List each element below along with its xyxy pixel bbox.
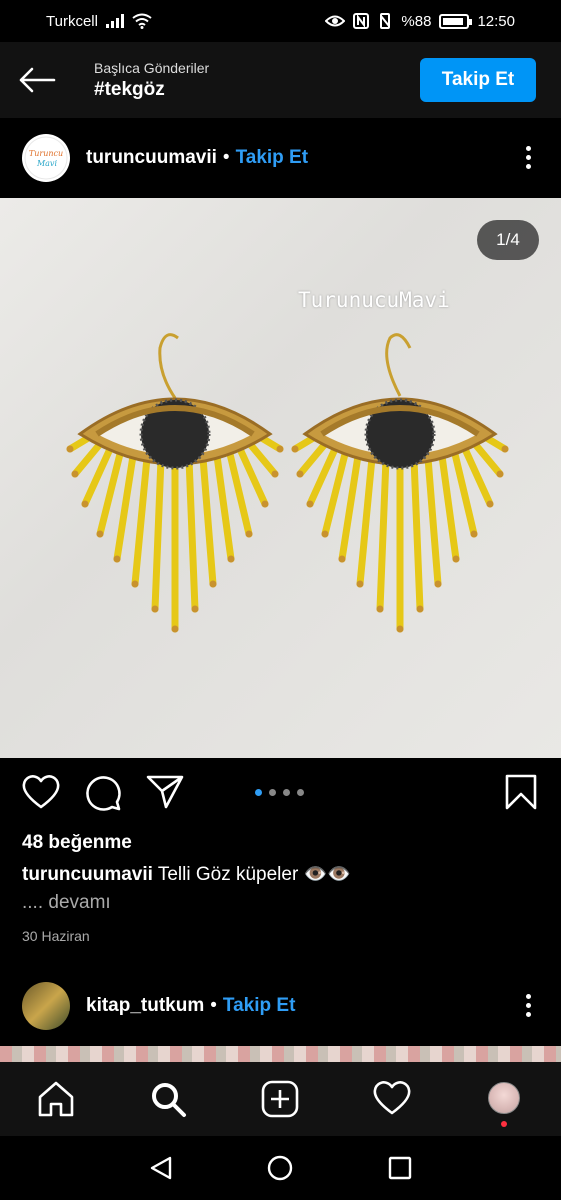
carousel-indicator	[255, 789, 304, 796]
battery-icon	[439, 13, 473, 29]
heart-icon[interactable]	[22, 774, 60, 810]
home-icon[interactable]	[37, 1080, 75, 1118]
back-triangle-icon[interactable]	[148, 1155, 174, 1181]
header-subtitle: Başlıca Gönderiler	[94, 59, 210, 76]
carousel-dot	[283, 789, 290, 796]
wifi-icon	[132, 13, 152, 29]
eye-comfort-icon	[325, 15, 346, 27]
bottom-navigation	[0, 1062, 561, 1136]
post-caption: turuncuumavii Telli Göz küpeler 👁️👁️	[22, 862, 351, 886]
svg-text:Turuncu: Turuncu	[29, 149, 63, 158]
caption-username[interactable]: turuncuumavii	[22, 864, 153, 885]
back-button[interactable]	[0, 42, 74, 118]
send-icon[interactable]	[146, 774, 184, 810]
read-more-link[interactable]: .... devamı	[22, 892, 111, 914]
follow-user-link[interactable]: Takip Et	[223, 995, 296, 1017]
clock: 12:50	[477, 12, 515, 30]
recents-square-icon[interactable]	[387, 1155, 413, 1181]
separator-dot: •	[222, 147, 230, 168]
avatar[interactable]	[22, 982, 70, 1030]
hashtag-title: #tekgöz	[94, 78, 165, 100]
status-bar: Turkcell %88 12:50	[0, 0, 561, 42]
post-actions	[0, 758, 561, 828]
carousel-dot	[255, 789, 262, 796]
signal-icon	[105, 14, 124, 28]
post-header: kitap_tutkum • Takip Et	[0, 966, 561, 1046]
system-navigation-bar	[0, 1136, 561, 1200]
comment-icon[interactable]	[84, 774, 122, 812]
battery-percent: %88	[401, 12, 432, 30]
likes-count[interactable]: 48 beğenme	[22, 832, 132, 854]
bookmark-icon[interactable]	[504, 774, 538, 810]
vibrate-icon	[380, 13, 391, 29]
image-counter: 1/4	[477, 220, 539, 260]
avatar	[488, 1082, 520, 1114]
more-vertical-icon[interactable]	[526, 146, 531, 169]
brand-logo: Turuncu Mavi	[24, 136, 68, 180]
carousel-dot	[269, 789, 276, 796]
follow-hashtag-button[interactable]: Takip Et	[420, 58, 536, 102]
heart-icon[interactable]	[373, 1080, 411, 1116]
arrow-left-icon	[19, 67, 56, 93]
profile-avatar[interactable]	[488, 1082, 520, 1127]
earrings-photo	[0, 333, 561, 758]
avatar[interactable]: Turuncu Mavi	[22, 134, 70, 182]
image-watermark: TurunucuMavi	[298, 288, 450, 312]
app-header: Başlıca Gönderiler #tekgöz Takip Et	[0, 42, 561, 118]
post-date: 30 Haziran	[22, 928, 90, 944]
separator-dot: •	[210, 995, 217, 1016]
post-header: Turuncu Mavi turuncuumavii • Takip Et	[0, 118, 561, 198]
next-post-image-edge	[0, 1046, 561, 1062]
nfc-icon	[353, 13, 370, 29]
carousel-dot	[297, 789, 304, 796]
carrier-name: Turkcell	[46, 12, 98, 30]
svg-text:Mavi: Mavi	[36, 159, 57, 168]
notification-dot	[501, 1121, 507, 1127]
add-post-icon[interactable]	[261, 1080, 299, 1118]
caption-text: Telli Göz küpeler 👁️👁️	[157, 864, 351, 885]
post-username[interactable]: kitap_tutkum	[86, 995, 204, 1017]
follow-user-link[interactable]: Takip Et	[236, 147, 309, 169]
search-icon[interactable]	[149, 1080, 187, 1118]
home-circle-icon[interactable]	[267, 1155, 293, 1181]
more-vertical-icon[interactable]	[526, 994, 531, 1017]
post-image[interactable]: TurunucuMavi 1/4	[0, 198, 561, 758]
post-username[interactable]: turuncuumavii	[86, 147, 217, 169]
